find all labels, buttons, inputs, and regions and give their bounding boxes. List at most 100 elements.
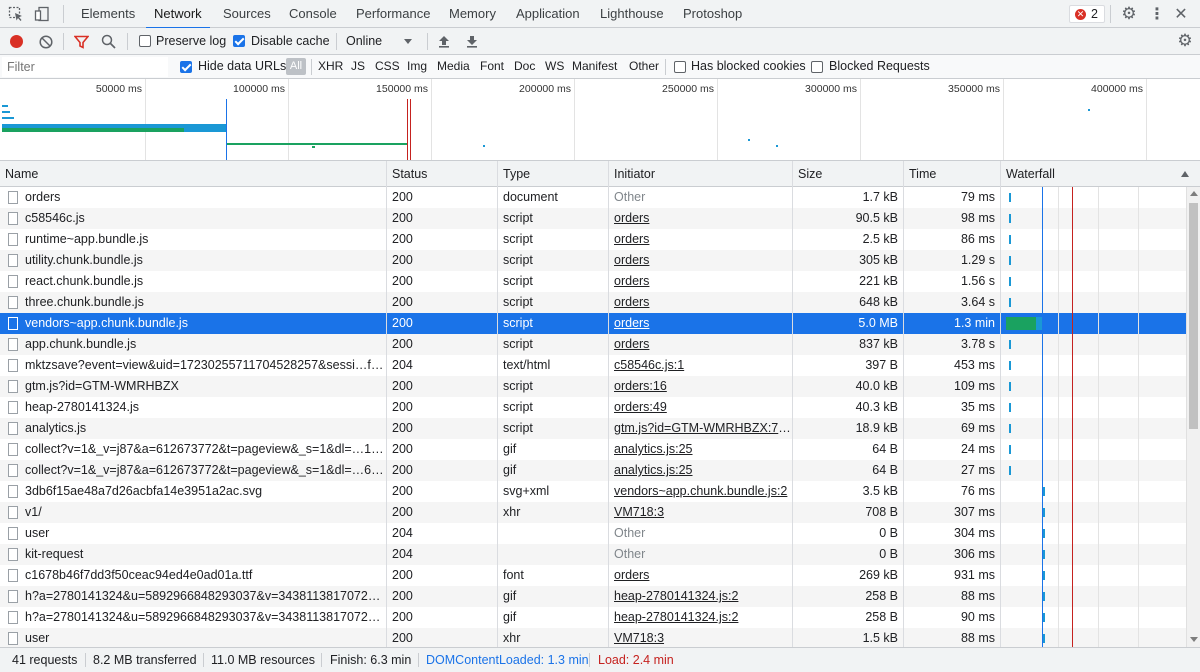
column-header-initiator[interactable]: Initiator	[609, 161, 655, 187]
waterfall-bar[interactable]	[1008, 235, 1011, 244]
waterfall-bar[interactable]	[1006, 317, 1042, 330]
request-row[interactable]: user 200 xhr VM718:3 1.5 kB 88 ms	[0, 628, 1186, 647]
scroll-down-arrow-icon[interactable]	[1190, 637, 1198, 642]
request-initiator[interactable]: VM718:3	[609, 502, 792, 523]
more-options-icon[interactable]: ⋮	[1149, 5, 1165, 23]
filter-type-ws[interactable]: WS	[545, 59, 564, 73]
request-name[interactable]: runtime~app.bundle.js	[20, 229, 385, 250]
scroll-up-arrow-icon[interactable]	[1190, 191, 1198, 196]
filter-type-css[interactable]: CSS	[375, 59, 400, 73]
network-settings-gear-icon[interactable]: ⚙	[1176, 31, 1194, 50]
preserve-log-checkbox[interactable]	[139, 35, 151, 47]
waterfall-bar[interactable]	[1042, 487, 1045, 496]
request-name[interactable]: c58546c.js	[20, 208, 385, 229]
table-scrollbar[interactable]	[1186, 187, 1200, 647]
request-initiator[interactable]: vendors~app.chunk.bundle.js:2	[609, 481, 792, 502]
filter-type-manifest[interactable]: Manifest	[572, 59, 617, 73]
request-initiator[interactable]: orders	[609, 292, 792, 313]
filter-type-all[interactable]: All	[286, 58, 306, 75]
waterfall-bar[interactable]	[1008, 424, 1011, 433]
request-initiator[interactable]: VM718:3	[609, 628, 792, 647]
close-devtools-icon[interactable]: ✕	[1172, 5, 1190, 23]
request-row[interactable]: h?a=2780141324&u=5892966848293037&v=3438…	[0, 586, 1186, 607]
tab-application[interactable]: Application	[516, 0, 580, 28]
request-row[interactable]: utility.chunk.bundle.js 200 script orders 30…	[0, 250, 1186, 271]
request-initiator[interactable]: c58546c.js:1	[609, 355, 792, 376]
throttling-select[interactable]: Online	[340, 31, 420, 52]
request-row[interactable]: v1/200 xhr VM718:3 708 B 307 ms	[0, 502, 1186, 523]
sort-ascending-icon[interactable]	[1181, 171, 1189, 177]
request-row[interactable]: c1678b46f7dd3f50ceac94ed4e0ad01a.ttf 200 f…	[0, 565, 1186, 586]
device-toolbar-icon[interactable]	[34, 6, 50, 22]
filter-type-media[interactable]: Media	[437, 59, 470, 73]
request-row[interactable]: user 204 Other 0 B 304 ms	[0, 523, 1186, 544]
tab-elements[interactable]: Elements	[81, 0, 135, 28]
filter-type-font[interactable]: Font	[480, 59, 504, 73]
request-name[interactable]: app.chunk.bundle.js	[20, 334, 385, 355]
request-row[interactable]: analytics.js 200 script gtm.js?id=GTM-WMRHB…	[0, 418, 1186, 439]
request-name[interactable]: mktzsave?event=view&uid=1723025571170452…	[20, 355, 385, 376]
request-name[interactable]: heap-2780141324.js	[20, 397, 385, 418]
import-har-upload-icon[interactable]	[437, 34, 451, 49]
request-row[interactable]: three.chunk.bundle.js 200 script orders 648 …	[0, 292, 1186, 313]
request-row[interactable]: kit-request 204 Other 0 B 306 ms	[0, 544, 1186, 565]
waterfall-bar[interactable]	[1042, 634, 1045, 643]
waterfall-bar[interactable]	[1042, 508, 1045, 517]
request-initiator[interactable]: orders	[609, 229, 792, 250]
request-name[interactable]: three.chunk.bundle.js	[20, 292, 385, 313]
request-row[interactable]: c58546c.js 200 script orders 90.5 kB 98 ms	[0, 208, 1186, 229]
request-name[interactable]: h?a=2780141324&u=5892966848293037&v=3438…	[20, 607, 385, 628]
waterfall-bar[interactable]	[1008, 382, 1011, 391]
tab-performance[interactable]: Performance	[356, 0, 430, 28]
request-name[interactable]: gtm.js?id=GTM-WMRHBZX	[20, 376, 385, 397]
record-button[interactable]	[10, 35, 23, 48]
filter-input[interactable]	[2, 57, 168, 77]
request-row[interactable]: collect?v=1&_v=j87&a=612673772&t=pagevie…	[0, 439, 1186, 460]
request-initiator[interactable]: orders:49	[609, 397, 792, 418]
waterfall-bar[interactable]	[1008, 340, 1011, 349]
hide-data-urls-checkbox[interactable]	[180, 61, 192, 73]
request-name[interactable]: 3db6f15ae48a7d26acbfa14e3951a2ac.svg	[20, 481, 385, 502]
clear-icon[interactable]	[38, 34, 53, 49]
filter-type-img[interactable]: Img	[407, 59, 427, 73]
filter-funnel-icon[interactable]	[74, 34, 89, 49]
waterfall-bar[interactable]	[1008, 361, 1011, 370]
request-name[interactable]: v1/	[20, 502, 385, 523]
request-row[interactable]: app.chunk.bundle.js 200 script orders 837 kB…	[0, 334, 1186, 355]
filter-type-js[interactable]: JS	[351, 59, 365, 73]
request-initiator[interactable]: analytics.js:25	[609, 460, 792, 481]
waterfall-bar[interactable]	[1008, 193, 1011, 202]
has-blocked-cookies-checkbox[interactable]	[674, 61, 686, 73]
blocked-requests-checkbox[interactable]	[811, 61, 823, 73]
request-row[interactable]: orders 200 document Other 1.7 kB 79 ms	[0, 187, 1186, 208]
request-name[interactable]: c1678b46f7dd3f50ceac94ed4e0ad01a.ttf	[20, 565, 385, 586]
filter-type-doc[interactable]: Doc	[514, 59, 535, 73]
column-header-name[interactable]: Name	[0, 161, 38, 187]
disable-cache-checkbox[interactable]	[233, 35, 245, 47]
settings-gear-icon[interactable]: ⚙	[1120, 4, 1138, 23]
request-initiator[interactable]: heap-2780141324.js:2	[609, 586, 792, 607]
request-row[interactable]: mktzsave?event=view&uid=1723025571170452…	[0, 355, 1186, 376]
request-initiator[interactable]: heap-2780141324.js:2	[609, 607, 792, 628]
request-initiator[interactable]: analytics.js:25	[609, 439, 792, 460]
request-initiator[interactable]: orders	[609, 565, 792, 586]
request-name[interactable]: collect?v=1&_v=j87&a=612673772&t=pagevie…	[20, 439, 385, 460]
waterfall-bar[interactable]	[1008, 445, 1011, 454]
waterfall-bar[interactable]	[1008, 298, 1011, 307]
request-name[interactable]: react.chunk.bundle.js	[20, 271, 385, 292]
request-row[interactable]: h?a=2780141324&u=5892966848293037&v=3438…	[0, 607, 1186, 628]
tab-sources[interactable]: Sources	[223, 0, 271, 28]
request-name[interactable]: kit-request	[20, 544, 385, 565]
tab-network[interactable]: Network	[146, 0, 210, 29]
request-initiator[interactable]: orders	[609, 313, 792, 334]
request-initiator[interactable]: orders	[609, 250, 792, 271]
column-header-time[interactable]: Time	[904, 161, 936, 187]
waterfall-bar[interactable]	[1042, 550, 1045, 559]
request-name[interactable]: user	[20, 523, 385, 544]
waterfall-bar[interactable]	[1008, 403, 1011, 412]
request-initiator[interactable]: orders	[609, 208, 792, 229]
request-row[interactable]: runtime~app.bundle.js 200 script orders 2.5 …	[0, 229, 1186, 250]
search-icon[interactable]	[101, 34, 116, 49]
export-har-download-icon[interactable]	[465, 34, 479, 49]
column-header-type[interactable]: Type	[498, 161, 530, 187]
